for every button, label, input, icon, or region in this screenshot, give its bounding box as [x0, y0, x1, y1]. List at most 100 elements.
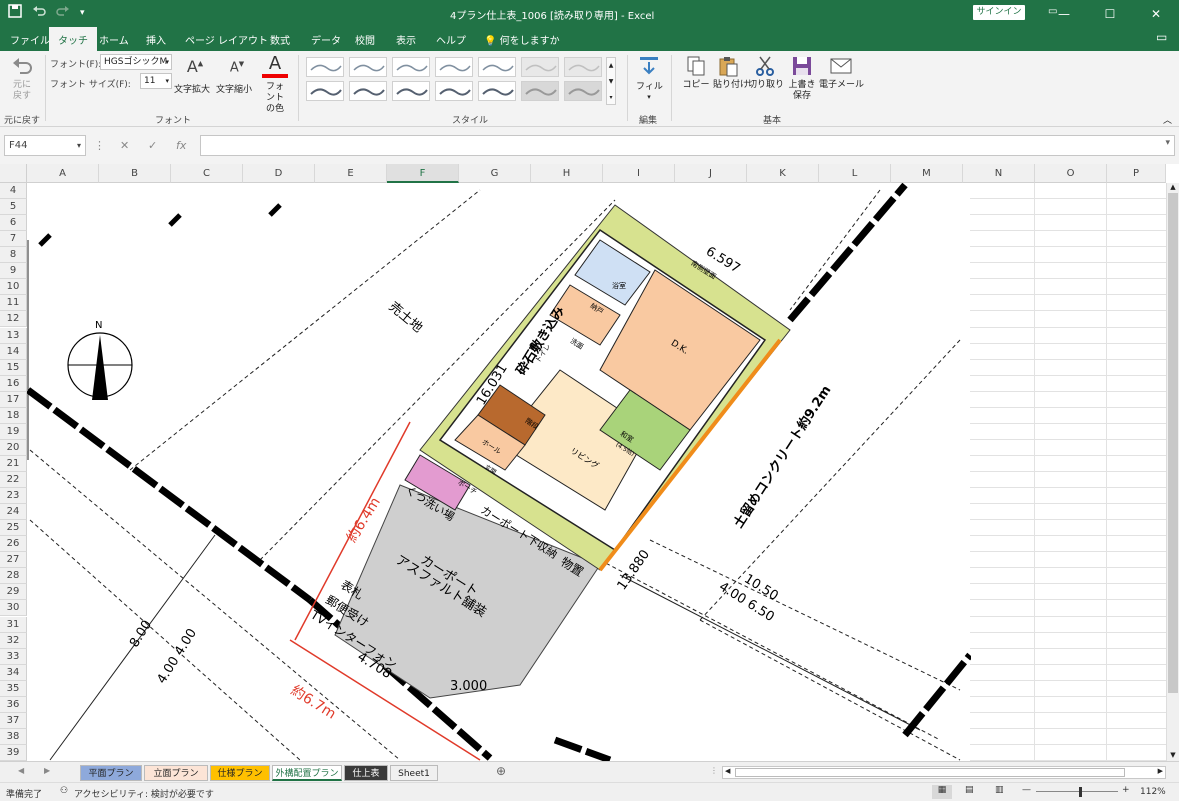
row-header-17[interactable]: 17: [0, 391, 27, 408]
formula-input[interactable]: ▾: [200, 135, 1175, 156]
style-swatch[interactable]: [435, 57, 473, 77]
prev-sheet-icon[interactable]: ◀: [18, 766, 24, 775]
column-header-m[interactable]: M: [891, 164, 963, 183]
tab-data[interactable]: データ: [311, 32, 341, 47]
save-button[interactable]: 上書き保存: [787, 55, 817, 102]
row-header-34[interactable]: 34: [0, 664, 27, 681]
page-break-view-icon[interactable]: ▥: [995, 785, 1004, 795]
tab-help[interactable]: ヘルプ: [436, 32, 466, 47]
tab-file[interactable]: ファイル: [10, 32, 50, 47]
row-header-19[interactable]: 19: [0, 423, 27, 440]
row-header-16[interactable]: 16: [0, 375, 27, 392]
font-grow-button[interactable]: A▲ 文字拡大: [174, 57, 214, 102]
horizontal-scrollbar[interactable]: ◀ ▶: [722, 766, 1166, 779]
row-header-20[interactable]: 20: [0, 439, 27, 456]
row-header-39[interactable]: 39: [0, 744, 27, 761]
email-button[interactable]: 電子メール: [819, 55, 864, 91]
row-header-21[interactable]: 21: [0, 455, 27, 472]
style-swatch[interactable]: [306, 57, 344, 77]
scroll-thumb[interactable]: [1168, 193, 1178, 693]
style-swatch[interactable]: [564, 57, 602, 77]
expand-formula-icon[interactable]: ▾: [1165, 138, 1170, 148]
row-header-25[interactable]: 25: [0, 520, 27, 537]
font-color-button[interactable]: A フォントの色: [260, 54, 290, 114]
style-swatch[interactable]: [478, 81, 516, 101]
minimize-icon[interactable]: —: [1041, 0, 1087, 27]
add-sheet-icon[interactable]: ⊕: [496, 764, 506, 778]
collapse-ribbon-icon[interactable]: ︿: [1163, 113, 1172, 126]
row-header-30[interactable]: 30: [0, 600, 27, 617]
tab-home[interactable]: ホーム: [99, 32, 129, 47]
customize-icon[interactable]: ▾: [80, 8, 85, 18]
scroll-left-icon[interactable]: ◀: [725, 767, 730, 775]
column-header-i[interactable]: I: [603, 164, 675, 183]
zoom-out-icon[interactable]: —: [1022, 785, 1031, 795]
row-header-36[interactable]: 36: [0, 696, 27, 713]
undo-icon[interactable]: [32, 4, 46, 22]
style-swatch[interactable]: [564, 81, 602, 101]
style-swatch[interactable]: [392, 81, 430, 101]
tab-touch[interactable]: タッチ: [49, 27, 97, 51]
column-header-o[interactable]: O: [1035, 164, 1107, 183]
row-header-24[interactable]: 24: [0, 504, 27, 521]
column-header-j[interactable]: J: [675, 164, 747, 183]
column-header-b[interactable]: B: [99, 164, 171, 183]
style-swatch[interactable]: [349, 57, 387, 77]
sheet-tab[interactable]: 平面プラン: [80, 765, 142, 781]
row-header-10[interactable]: 10: [0, 279, 27, 296]
row-header-31[interactable]: 31: [0, 616, 27, 633]
tab-insert[interactable]: 挿入: [146, 32, 166, 47]
row-header-35[interactable]: 35: [0, 680, 27, 697]
sheet-tab[interactable]: 外構配置プラン: [272, 765, 342, 781]
signin-button[interactable]: サインイン: [973, 5, 1025, 20]
paste-button[interactable]: 貼り付け: [713, 55, 749, 91]
insert-function-icon[interactable]: fx: [176, 139, 186, 152]
row-header-27[interactable]: 27: [0, 552, 27, 569]
column-header-d[interactable]: D: [243, 164, 315, 183]
tab-review[interactable]: 校閲: [355, 32, 375, 47]
style-swatch[interactable]: [521, 81, 559, 101]
style-swatch[interactable]: [521, 57, 559, 77]
comments-icon[interactable]: ▭: [1156, 30, 1167, 44]
select-all-corner[interactable]: [0, 164, 27, 183]
row-header-29[interactable]: 29: [0, 584, 27, 601]
row-header-28[interactable]: 28: [0, 568, 27, 585]
style-swatch[interactable]: [435, 81, 473, 101]
row-header-33[interactable]: 33: [0, 648, 27, 665]
save-icon[interactable]: [8, 4, 22, 22]
column-header-h[interactable]: H: [531, 164, 603, 183]
row-header-11[interactable]: 11: [0, 295, 27, 312]
tab-formulas[interactable]: 数式: [270, 32, 290, 47]
cancel-icon[interactable]: ✕: [120, 139, 129, 152]
zoom-slider-thumb[interactable]: [1079, 787, 1082, 797]
style-swatch[interactable]: [349, 81, 387, 101]
row-header-13[interactable]: 13: [0, 327, 27, 344]
column-header-p[interactable]: P: [1107, 164, 1166, 183]
row-header-8[interactable]: 8: [0, 247, 27, 264]
column-header-l[interactable]: L: [819, 164, 891, 183]
enter-icon[interactable]: ✓: [148, 139, 157, 152]
row-header-22[interactable]: 22: [0, 472, 27, 489]
row-header-5[interactable]: 5: [0, 199, 27, 216]
zoom-slider[interactable]: [1036, 791, 1118, 792]
zoom-level[interactable]: 112%: [1140, 787, 1166, 797]
style-swatch[interactable]: [306, 81, 344, 101]
row-header-37[interactable]: 37: [0, 712, 27, 729]
row-header-26[interactable]: 26: [0, 536, 27, 553]
row-header-6[interactable]: 6: [0, 215, 27, 232]
row-header-23[interactable]: 23: [0, 488, 27, 505]
site-plan-drawing[interactable]: N 売土地 6.597 南側壁面 16.031 砕石敷き込み 土留めコンクリート…: [27, 183, 971, 761]
column-header-a[interactable]: A: [27, 164, 99, 183]
sheet-tab[interactable]: 仕様プラン: [210, 765, 270, 781]
tab-view[interactable]: 表示: [396, 32, 416, 47]
row-header-38[interactable]: 38: [0, 728, 27, 745]
accessibility-status[interactable]: アクセシビリティ: 検討が必要です: [74, 787, 214, 800]
zoom-in-icon[interactable]: +: [1122, 785, 1130, 795]
row-header-7[interactable]: 7: [0, 231, 27, 248]
sheet-tab[interactable]: 仕上表: [344, 765, 388, 781]
style-swatch[interactable]: [478, 57, 516, 77]
gallery-scroll[interactable]: ▲ ▼ ▾: [606, 57, 616, 105]
page-layout-view-icon[interactable]: ▤: [965, 785, 974, 795]
tell-me-search[interactable]: 💡 何をしますか: [484, 32, 560, 47]
style-swatch[interactable]: [392, 57, 430, 77]
